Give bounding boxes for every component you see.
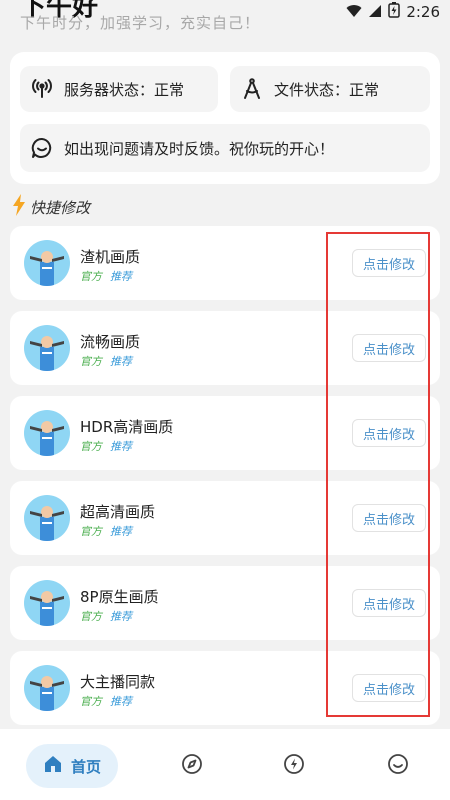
list-item[interactable]: HDR高清画质 官方 推荐 点击修改: [10, 396, 440, 470]
flash-icon: [283, 753, 305, 779]
info-panel: 服务器状态：正常 文件状态：正常 如出现问题请及时反馈。祝你玩的开心！: [10, 52, 440, 184]
tag-recommend: 推荐: [110, 270, 132, 283]
item-tags: 官方 推荐: [80, 608, 132, 624]
item-name: 渣机画质: [80, 248, 141, 266]
tools-avatar-icon: [24, 580, 70, 626]
item-name: 大主播同款: [80, 673, 156, 691]
tag-official: 官方: [80, 355, 102, 368]
item-name: 流畅画质: [80, 333, 141, 351]
list-item[interactable]: 超高清画质 官方 推荐 点击修改: [10, 481, 440, 555]
tools-avatar-icon: [24, 240, 70, 286]
home-icon: [43, 754, 63, 778]
tag-official: 官方: [80, 270, 102, 283]
item-tags: 官方 推荐: [80, 438, 132, 454]
signal-icon: [368, 3, 382, 22]
item-tags: 官方 推荐: [80, 523, 132, 539]
status-bar: 下午好 下午时分，加强学习，充实自己！ 2:26: [0, 0, 450, 32]
status-icons: 2:26: [346, 2, 440, 22]
edit-button[interactable]: 点击修改: [352, 334, 426, 362]
tag-recommend: 推荐: [110, 695, 132, 708]
server-status-card: 服务器状态：正常: [20, 66, 218, 112]
tools-avatar-icon: [24, 325, 70, 371]
list-item[interactable]: 流畅画质 官方 推荐 点击修改: [10, 311, 440, 385]
item-tags: 官方 推荐: [80, 693, 132, 709]
edit-button[interactable]: 点击修改: [352, 674, 426, 702]
tab-home[interactable]: 首页: [26, 744, 118, 788]
file-status-text: 文件状态：正常: [274, 80, 380, 99]
tab-discover[interactable]: [170, 744, 214, 788]
edit-button[interactable]: 点击修改: [352, 249, 426, 277]
list-item[interactable]: 大主播同款 官方 推荐 点击修改: [10, 651, 440, 725]
item-tags: 官方 推荐: [80, 353, 132, 369]
status-time: 2:26: [406, 3, 440, 21]
tag-recommend: 推荐: [110, 440, 132, 453]
tag-official: 官方: [80, 610, 102, 623]
tag-official: 官方: [80, 440, 102, 453]
list-item[interactable]: 8P原生画质 官方 推荐 点击修改: [10, 566, 440, 640]
chat-bubble-icon: [30, 136, 54, 160]
tools-avatar-icon: [24, 410, 70, 456]
feedback-card[interactable]: 如出现问题请及时反馈。祝你玩的开心！: [20, 124, 430, 172]
edit-button[interactable]: 点击修改: [352, 419, 426, 447]
item-tags: 官方 推荐: [80, 268, 132, 284]
tab-flash[interactable]: [272, 744, 316, 788]
server-status-text: 服务器状态：正常: [64, 80, 185, 99]
feedback-text: 如出现问题请及时反馈。祝你玩的开心！: [64, 139, 335, 158]
tools-avatar-icon: [24, 495, 70, 541]
edit-button[interactable]: 点击修改: [352, 504, 426, 532]
bottom-tab-bar: 首页: [0, 729, 450, 800]
tag-recommend: 推荐: [110, 610, 132, 623]
broadcast-icon: [30, 77, 54, 101]
tab-me[interactable]: [376, 744, 420, 788]
tag-recommend: 推荐: [110, 355, 132, 368]
tag-recommend: 推荐: [110, 525, 132, 538]
item-name: HDR高清画质: [80, 418, 174, 436]
smile-icon: [387, 753, 409, 779]
tools-avatar-icon: [24, 665, 70, 711]
battery-icon: [388, 2, 401, 22]
lightning-icon: [12, 194, 26, 220]
tag-official: 官方: [80, 695, 102, 708]
tag-official: 官方: [80, 525, 102, 538]
list-item[interactable]: 渣机画质 官方 推荐 点击修改: [10, 226, 440, 300]
section-header: 快捷修改: [12, 194, 90, 220]
greeting-subtitle: 下午时分，加强学习，充实自己！: [20, 14, 261, 32]
item-name: 超高清画质: [80, 503, 156, 521]
highlight-box: [326, 232, 430, 717]
compass-icon: [181, 753, 203, 779]
compass-draw-icon: [240, 77, 264, 101]
item-name: 8P原生画质: [80, 588, 159, 606]
file-status-card: 文件状态：正常: [230, 66, 430, 112]
wifi-icon: [346, 3, 362, 22]
tab-home-label: 首页: [70, 757, 101, 776]
edit-button[interactable]: 点击修改: [352, 589, 426, 617]
section-title: 快捷修改: [30, 198, 91, 217]
